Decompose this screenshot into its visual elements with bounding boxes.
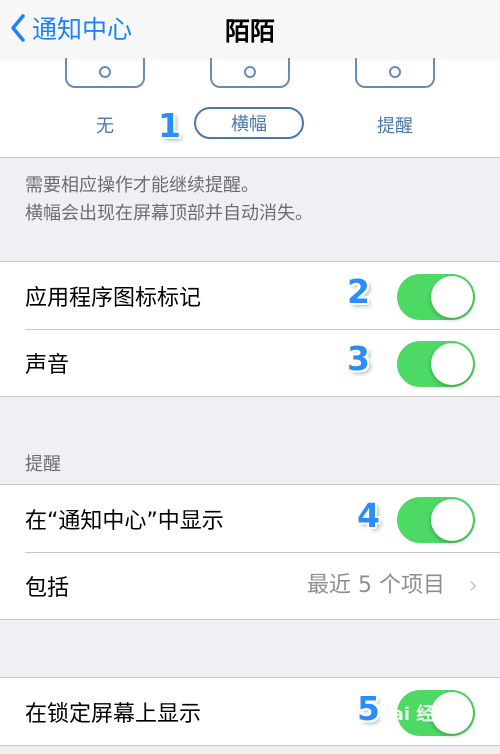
- home-button-icon: [389, 66, 401, 78]
- phone-none-icon[interactable]: [65, 58, 145, 88]
- toggle-knob: [431, 343, 473, 385]
- navigation-bar: 通知中心 陌陌: [0, 0, 500, 61]
- app-icon-badge-label: 应用程序图标标记: [25, 285, 202, 311]
- app-icon-badge-toggle[interactable]: [397, 274, 475, 320]
- annotation-number: 3: [347, 339, 370, 378]
- include-row[interactable]: 包括 最近 5 个项目 ›: [0, 552, 500, 619]
- show-on-lock-screen-label: 在锁定屏幕上显示: [25, 701, 202, 727]
- style-option-banner-label: 横幅: [231, 114, 267, 135]
- toggle-knob: [431, 499, 473, 541]
- include-value: 最近 5 个项目: [307, 573, 445, 598]
- home-button-icon: [244, 66, 256, 78]
- sound-label: 声音: [25, 352, 70, 378]
- page-title: 陌陌: [224, 17, 275, 46]
- show-in-notification-center-toggle[interactable]: [397, 497, 475, 543]
- sound-toggle[interactable]: [397, 341, 475, 387]
- app-icon-badge-row[interactable]: 应用程序图标标记 2: [0, 262, 500, 329]
- chevron-right-icon: ›: [468, 571, 478, 599]
- annotation-number: 5: [357, 689, 380, 728]
- show-in-notification-center-label: 在“通知中心”中显示: [25, 508, 224, 534]
- phone-banner-icon[interactable]: [210, 58, 290, 88]
- phone-alert-icon[interactable]: [355, 58, 435, 88]
- include-label: 包括: [25, 575, 70, 601]
- style-option-none[interactable]: 无: [85, 112, 125, 138]
- annotation-number: 1: [158, 106, 181, 145]
- settings-group-badge-sound: 应用程序图标标记 2 声音 3: [0, 261, 500, 397]
- settings-group-notification-center: 在“通知中心”中显示 4 包括 最近 5 个项目 ›: [0, 484, 500, 620]
- watermark: Bai 经验: [378, 704, 453, 725]
- annotation-number: 4: [357, 496, 380, 535]
- show-in-notification-center-row[interactable]: 在“通知中心”中显示 4: [0, 485, 500, 552]
- annotation-number: 2: [347, 272, 370, 311]
- alerts-section-header: 提醒: [25, 454, 61, 475]
- style-description-line: 横幅会出现在屏幕顶部并自动消失。: [25, 203, 313, 224]
- style-description: 需要相应操作才能继续提醒。 横幅会出现在屏幕顶部并自动消失。: [25, 172, 313, 228]
- style-description-line: 需要相应操作才能继续提醒。: [25, 175, 259, 196]
- style-option-alert[interactable]: 提醒: [370, 112, 420, 138]
- alert-style-picker: 无 横幅 提醒 1: [0, 58, 500, 158]
- sound-row[interactable]: 声音 3: [0, 329, 500, 396]
- toggle-knob: [431, 276, 473, 318]
- style-option-banner[interactable]: 横幅: [194, 107, 304, 139]
- home-button-icon: [99, 66, 111, 78]
